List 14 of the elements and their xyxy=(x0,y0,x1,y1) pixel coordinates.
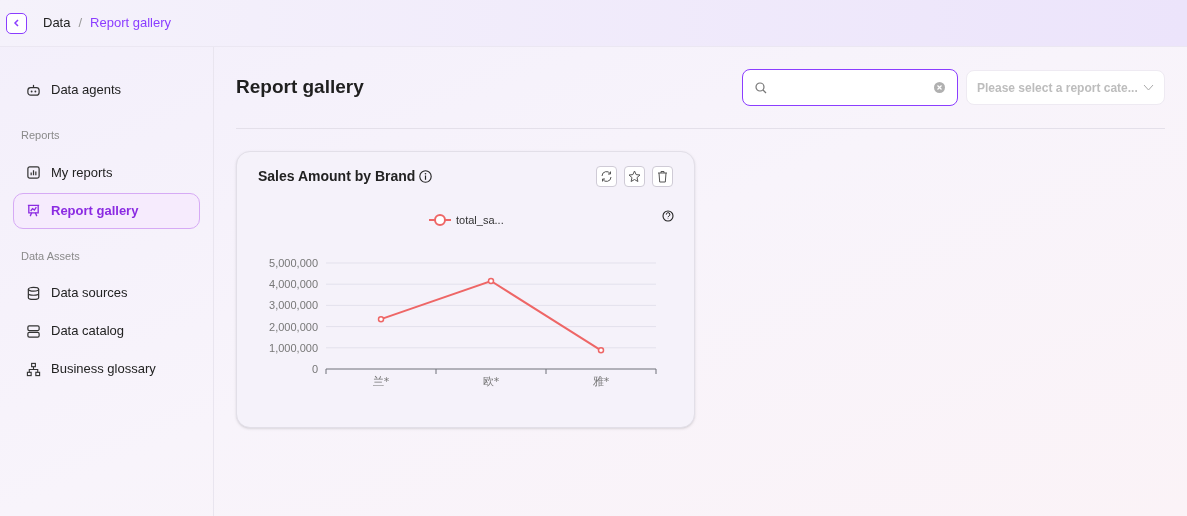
section-heading: Data Assets xyxy=(20,248,81,264)
axis-tick-label: 1,000,000 xyxy=(269,341,318,354)
axis-tick-label: 0 xyxy=(311,363,318,375)
axis-tick-label: 2,000,000 xyxy=(269,320,318,333)
breadcrumb-separator: / xyxy=(78,14,83,33)
category-label: 欧* xyxy=(482,375,500,388)
category-label: 雅* xyxy=(592,375,610,388)
axis-tick-label: 5,000,000 xyxy=(269,257,318,269)
section-heading: Reports xyxy=(20,128,61,143)
axis-tick-label: 4,000,000 xyxy=(269,278,318,291)
axis-tick-label: 3,000,000 xyxy=(269,299,318,312)
page-title: Report gallery xyxy=(236,75,364,100)
card-title: Sales Amount by Brand xyxy=(258,167,416,186)
category-label: 兰* xyxy=(372,375,390,388)
